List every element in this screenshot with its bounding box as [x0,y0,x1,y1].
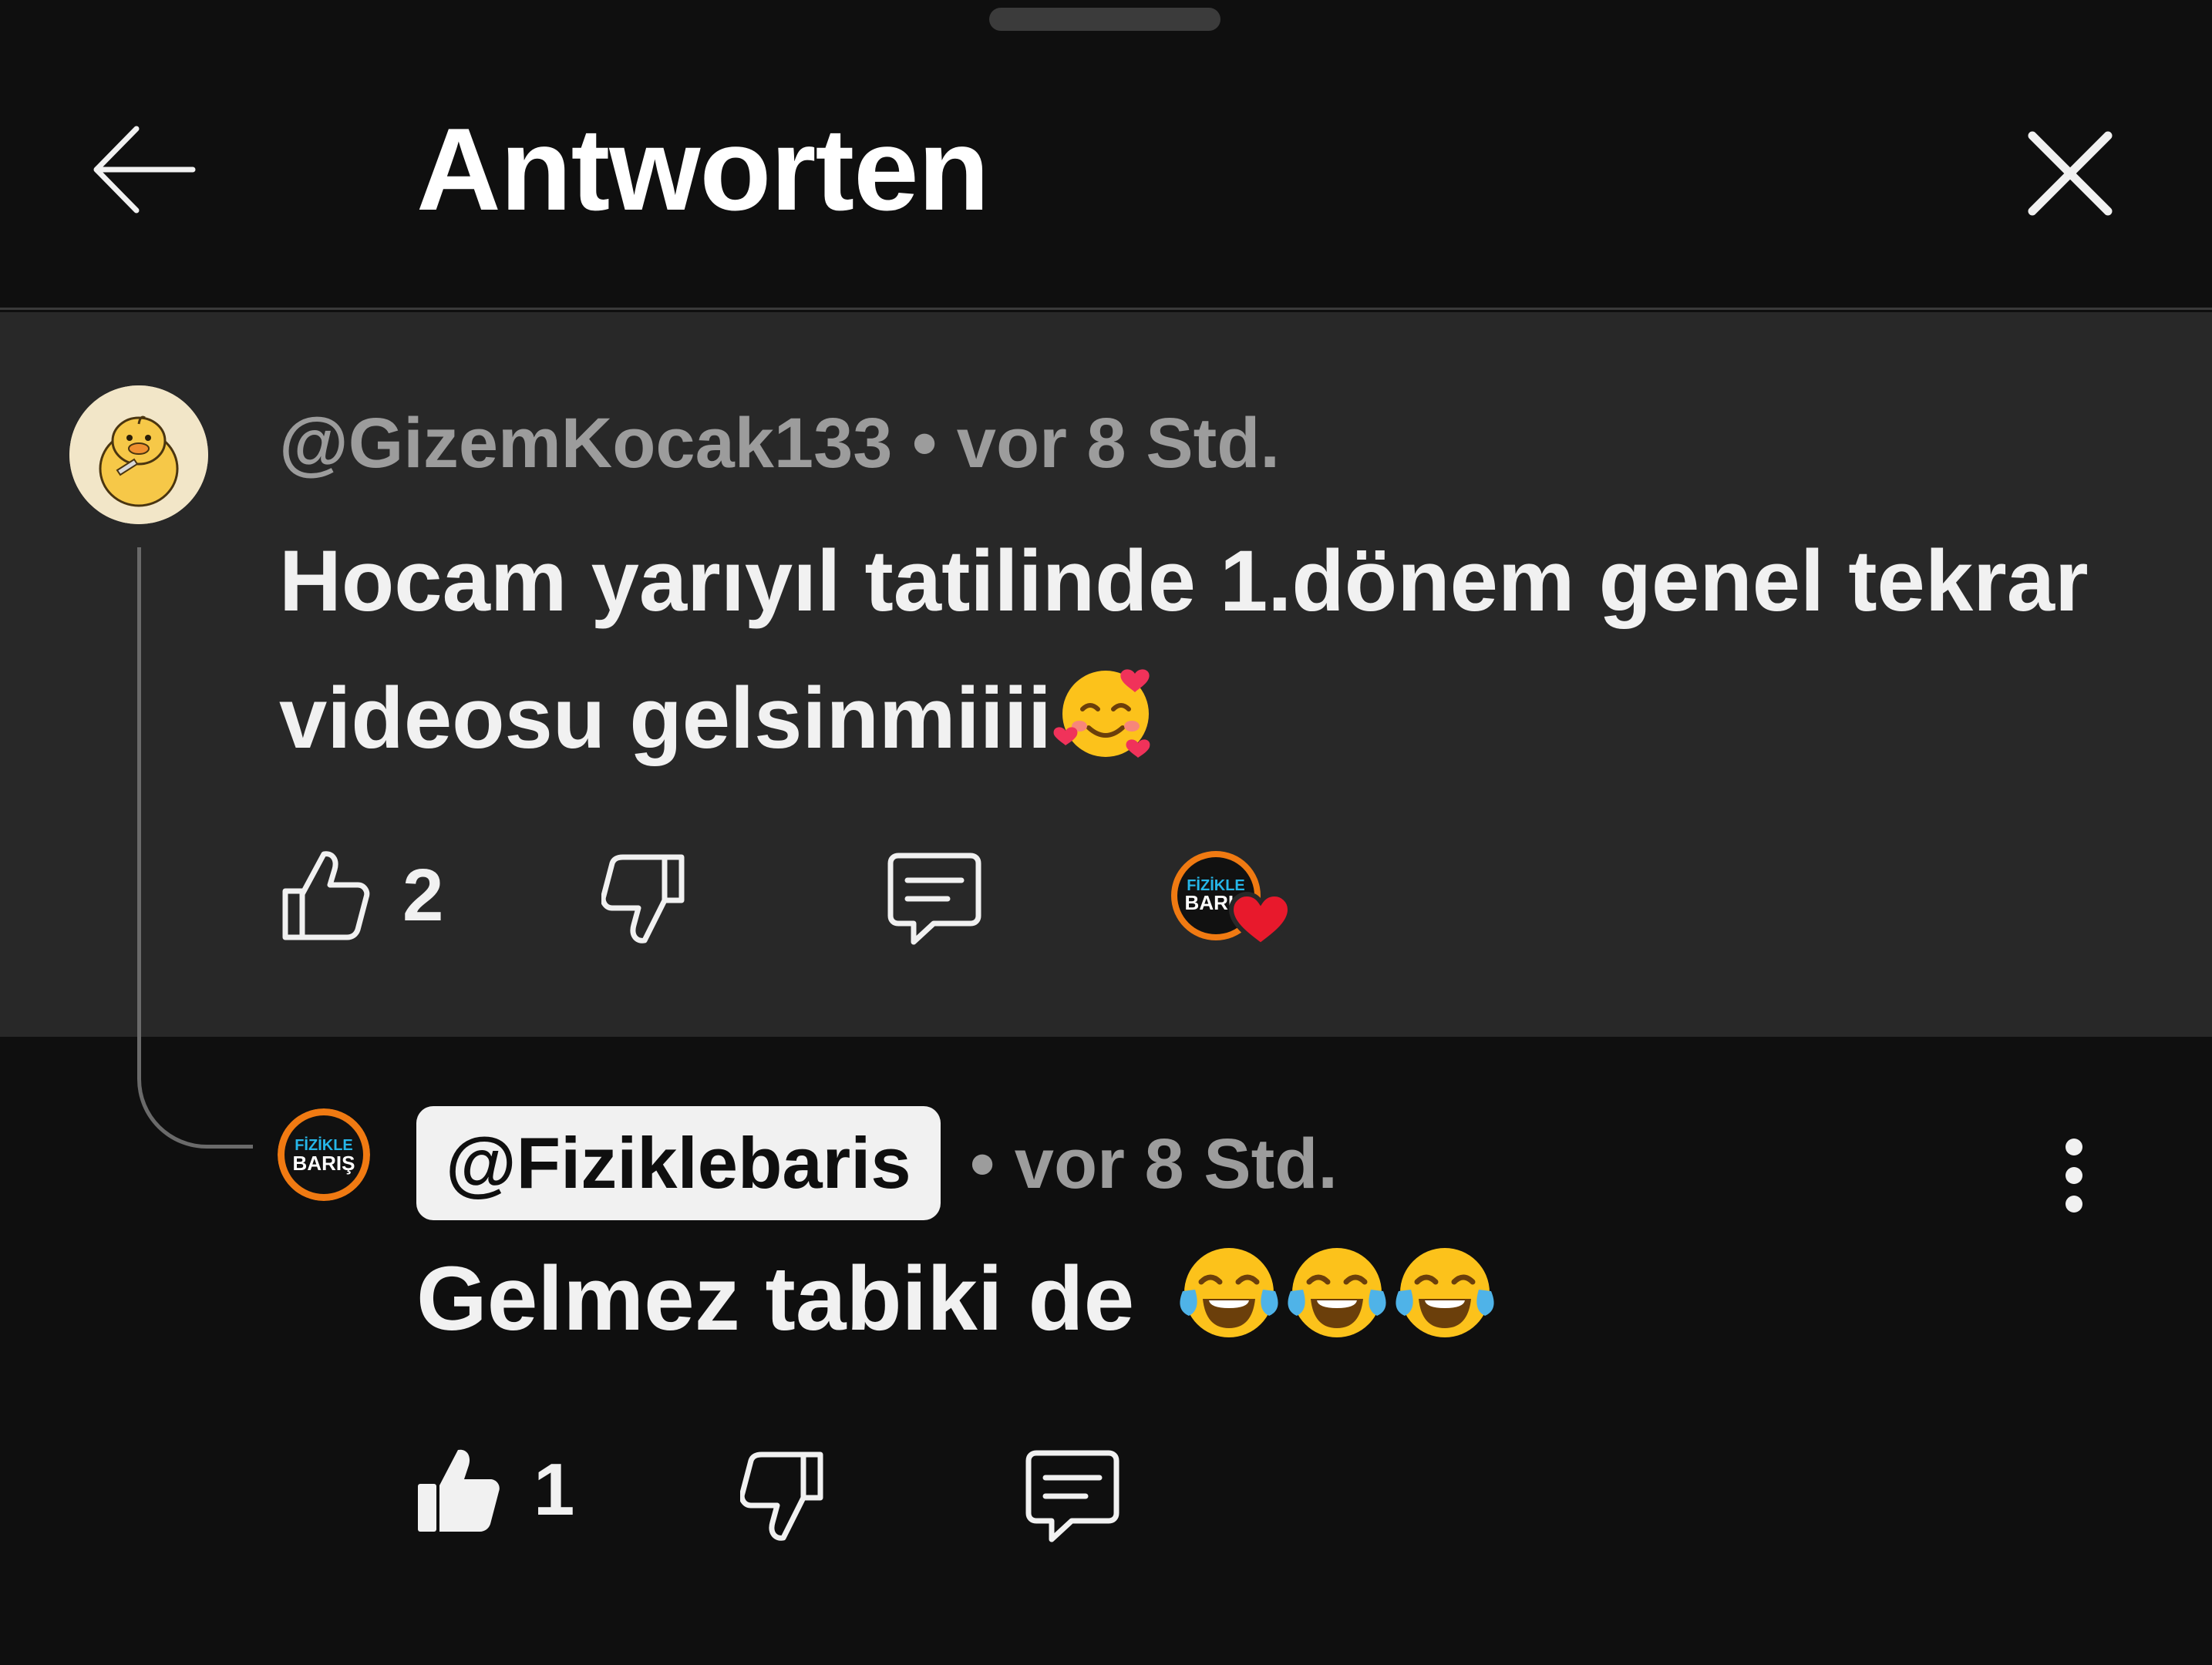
comment-body: Hocam yarıyıl tatilinde 1.dönem genel te… [279,513,2130,787]
creator-heart: FİZİKLE BARIŞ [1170,848,1301,964]
thumbs-up-filled-icon [418,1449,500,1532]
logo-text-bottom: BARIŞ [293,1152,355,1175]
creator-heart-badge-icon: FİZİKLE BARIŞ [1171,851,1293,948]
like-button[interactable]: 2 [279,848,443,944]
comment-bubble-icon [1025,1450,1119,1542]
arrow-left-icon [93,126,196,214]
creator-handle-chip[interactable]: @Fiziklebaris [416,1106,941,1220]
comment-bubble-icon [887,853,981,945]
page-title: Antworten [416,104,989,235]
avatar[interactable] [69,385,208,524]
close-icon [2028,131,2113,216]
like-count: 2 [402,854,444,937]
smiling-face-with-hearts-icon [1052,657,1160,765]
reply-button[interactable] [1024,1448,1121,1544]
drag-handle[interactable] [989,8,1220,31]
close-button[interactable] [2012,116,2128,231]
comment-text: Hocam yarıyıl tatilinde 1.dönem genel te… [279,533,2089,766]
like-count: 1 [534,1448,575,1531]
like-button[interactable]: 1 [416,1445,574,1535]
dislike-button[interactable] [740,1448,830,1544]
duck-avatar-icon [69,385,208,524]
reply-button[interactable] [886,851,983,947]
channel-logo-icon: FİZİKLE BARIŞ [278,1108,370,1201]
comment-author[interactable]: @GizemKocak133 [279,404,892,483]
dislike-button[interactable] [601,851,691,947]
more-options-button[interactable] [2035,1125,2113,1226]
comment-meta: @GizemKocak133 • vor 8 Std. [279,401,1280,486]
thumbs-down-outline-icon [740,1451,823,1541]
face-with-tears-of-joy-icon [1283,1239,1391,1347]
thumbs-down-outline-icon [601,854,685,944]
reply-text: Gelmez tabiki de [416,1248,1135,1350]
comment-time: vor 8 Std. [956,404,1280,483]
reply-time: vor 8 Std. [1014,1125,1338,1203]
thumbs-up-outline-icon [282,851,370,940]
reply-body: Gelmez tabiki de [416,1233,1499,1364]
back-button[interactable] [77,108,208,231]
face-with-tears-of-joy-icon [1391,1239,1499,1347]
reply-meta: • vor 8 Std. [970,1122,1338,1206]
header [0,0,2212,310]
meta-separator: • [912,404,938,483]
thread-connector [137,547,253,1149]
face-with-tears-of-joy-icon [1175,1239,1283,1347]
more-vertical-icon [2066,1139,2082,1213]
meta-separator: • [970,1125,995,1203]
avatar[interactable]: FİZİKLE BARIŞ [278,1108,370,1201]
